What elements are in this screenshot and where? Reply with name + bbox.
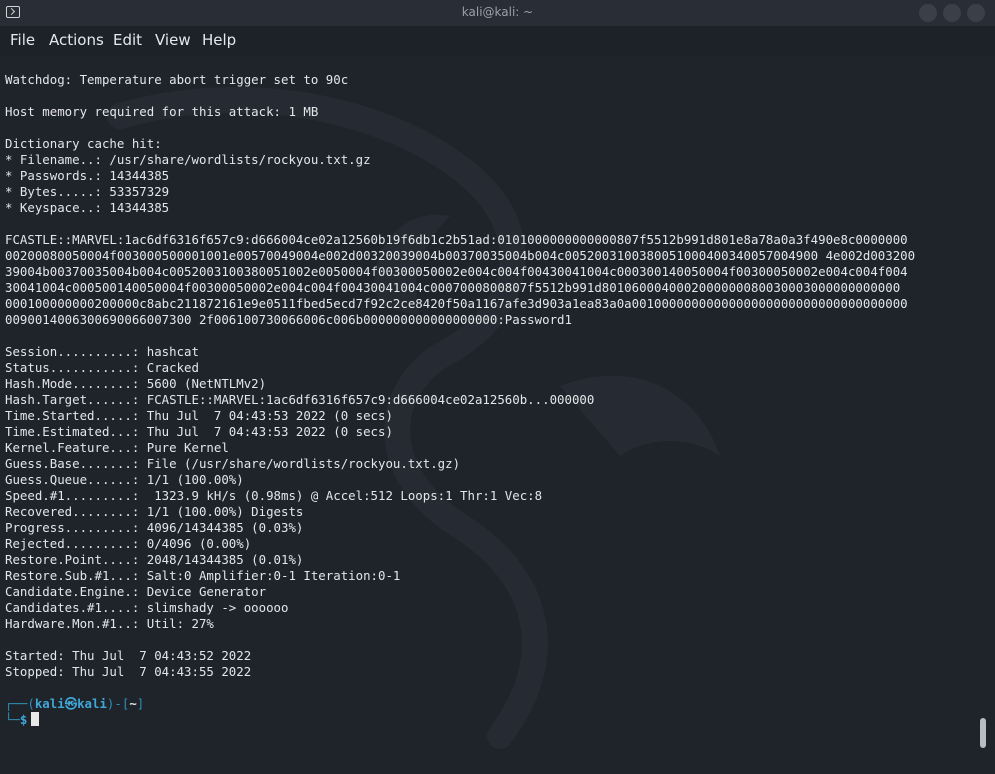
terminal-line: Candidate.Engine.: Device Generator bbox=[5, 584, 267, 599]
terminal-line: 000100000000200000c8abc211872161e9e0511f… bbox=[5, 296, 908, 311]
terminal-line: Time.Started.....: Thu Jul 7 04:43:53 20… bbox=[5, 408, 393, 423]
terminal-line: Watchdog: Temperature abort trigger set … bbox=[5, 72, 349, 87]
menu-help[interactable]: Help bbox=[202, 31, 236, 49]
prompt-at: ㉿ bbox=[64, 696, 78, 711]
scrollbar[interactable] bbox=[980, 718, 986, 748]
terminal-lines: Watchdog: Temperature abort trigger set … bbox=[5, 72, 915, 728]
terminal-line: * Keyspace..: 14344385 bbox=[5, 200, 170, 215]
terminal-line: Recovered........: 1/1 (100.00%) Digests bbox=[5, 504, 304, 519]
terminal-line: Hash.Mode........: 5600 (NetNTLMv2) bbox=[5, 376, 267, 391]
text-cursor[interactable] bbox=[31, 712, 40, 726]
prompt-dir: ~ bbox=[129, 696, 137, 711]
terminal-line: * Bytes.....: 53357329 bbox=[5, 184, 170, 199]
terminal-line: Candidates.#1....: slimshady -> oooooo bbox=[5, 600, 289, 615]
menu-edit[interactable]: Edit bbox=[113, 31, 142, 49]
terminal-line: Host memory required for this attack: 1 … bbox=[5, 104, 319, 119]
menu-bar: File Actions Edit View Help bbox=[0, 26, 995, 56]
terminal-line: Status...........: Cracked bbox=[5, 360, 199, 375]
title-bar[interactable]: kali@kali: ~ bbox=[0, 0, 995, 26]
prompt-frame: └─ bbox=[5, 712, 20, 727]
menu-file[interactable]: File bbox=[10, 31, 35, 49]
terminal-line: Session..........: hashcat bbox=[5, 344, 199, 359]
prompt-frame: ] bbox=[136, 696, 145, 711]
terminal-line: FCASTLE::MARVEL:1ac6df6316f657c9:d666004… bbox=[5, 232, 908, 247]
terminal-line: Progress.........: 4096/14344385 (0.03%) bbox=[5, 520, 304, 535]
terminal-line: Speed.#1.........: 1323.9 kH/s (0.98ms) … bbox=[5, 488, 543, 503]
maximize-button[interactable] bbox=[943, 4, 961, 22]
terminal-line: 30041004c000500140050004f00300050002e004… bbox=[5, 280, 901, 295]
terminal-line: 0090014006300690066007300 2f006100730066… bbox=[5, 312, 572, 327]
close-button[interactable] bbox=[967, 4, 985, 22]
terminal-output[interactable]: Watchdog: Temperature abort trigger set … bbox=[0, 56, 995, 774]
prompt-frame: ┌──( bbox=[5, 696, 35, 711]
terminal-line: Stopped: Thu Jul 7 04:43:55 2022 bbox=[5, 664, 252, 679]
terminal-line: Started: Thu Jul 7 04:43:52 2022 bbox=[5, 648, 252, 663]
terminal-line: Restore.Point....: 2048/14344385 (0.01%) bbox=[5, 552, 304, 567]
terminal-line: Dictionary cache hit: bbox=[5, 136, 162, 151]
terminal-line: Time.Estimated...: Thu Jul 7 04:43:53 20… bbox=[5, 424, 393, 439]
terminal-line: 00200080050004f003000500001001e005700490… bbox=[5, 248, 916, 263]
terminal-line: Hash.Target......: FCASTLE::MARVEL:1ac6d… bbox=[5, 392, 595, 407]
terminal-line: Rejected.........: 0/4096 (0.00%) bbox=[5, 536, 252, 551]
terminal-line: Guess.Base.......: File (/usr/share/word… bbox=[5, 456, 461, 471]
minimize-button[interactable] bbox=[919, 4, 937, 22]
prompt-line: ┌──(kali㉿kali)-[~] bbox=[5, 696, 915, 712]
terminal-window: kali@kali: ~ File Actions Edit View Help… bbox=[0, 0, 995, 774]
prompt-frame: )-[ bbox=[106, 696, 130, 711]
terminal-line: * Filename..: /usr/share/wordlists/rocky… bbox=[5, 152, 371, 167]
window-title: kali@kali: ~ bbox=[461, 5, 534, 19]
prompt-symbol: $ bbox=[19, 712, 28, 727]
menu-actions[interactable]: Actions bbox=[49, 31, 104, 49]
terminal-line: 39004b00370035004b004c005200310038005100… bbox=[5, 264, 908, 279]
terminal-line: Hardware.Mon.#1..: Util: 27% bbox=[5, 616, 214, 631]
terminal-line: * Passwords.: 14344385 bbox=[5, 168, 170, 183]
terminal-line: Restore.Sub.#1...: Salt:0 Amplifier:0-1 … bbox=[5, 568, 401, 583]
menu-view[interactable]: View bbox=[155, 31, 191, 49]
terminal-line: Kernel.Feature...: Pure Kernel bbox=[5, 440, 229, 455]
prompt-input-line[interactable]: └─$ bbox=[5, 712, 915, 728]
prompt-host: kali bbox=[77, 696, 107, 711]
terminal-line: Guess.Queue......: 1/1 (100.00%) bbox=[5, 472, 244, 487]
prompt-user: kali bbox=[34, 696, 65, 711]
